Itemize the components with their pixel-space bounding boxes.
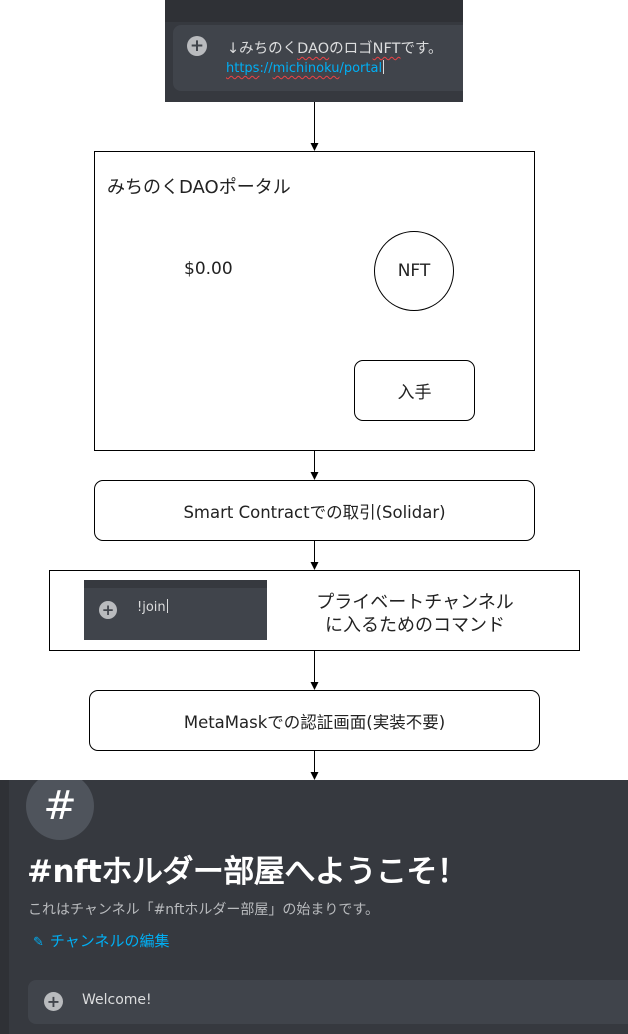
welcome-message-text: Welcome! (82, 992, 152, 1008)
channel-welcome-screenshot: # #nftホルダー部屋へようこそ！ これはチャンネル「#nftホルダー部屋」の… (0, 780, 628, 1034)
welcome-side-strip (0, 780, 9, 1034)
welcome-subtitle: これはチャンネル「#nftホルダー部屋」の始まりです。 (28, 902, 379, 918)
welcome-message-composer[interactable]: + Welcome! (28, 980, 628, 1024)
edit-channel-link[interactable]: ✎ チャンネルの編集 (33, 930, 169, 951)
plus-circle-icon[interactable]: + (44, 992, 63, 1011)
hash-icon: # (26, 780, 94, 840)
pencil-icon: ✎ (33, 935, 44, 950)
welcome-title: #nftホルダー部屋へようこそ！ (27, 854, 468, 890)
